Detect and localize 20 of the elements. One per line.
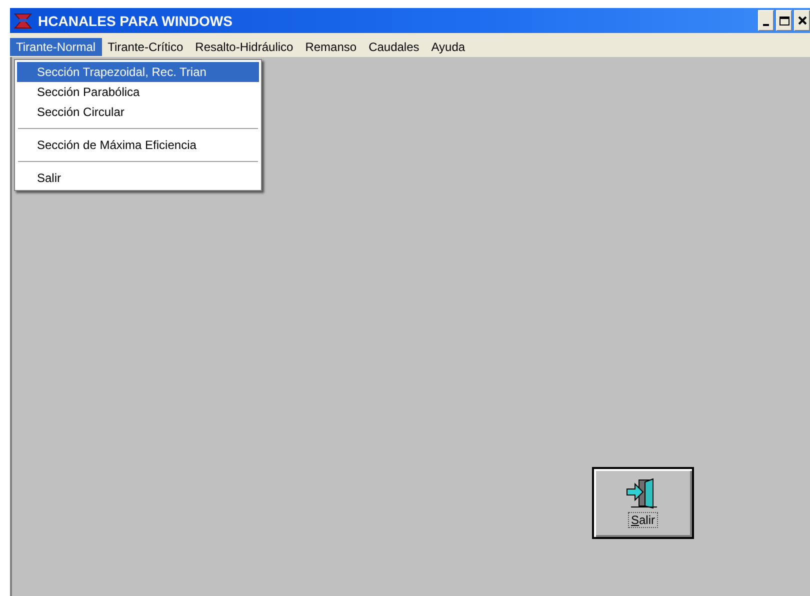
minimize-icon xyxy=(763,24,769,26)
menu-item[interactable]: Tirante-Normal xyxy=(10,38,102,56)
close-icon xyxy=(798,16,806,25)
menu-item[interactable]: Tirante-Crítico xyxy=(102,38,190,56)
maximize-icon xyxy=(778,16,790,26)
menu-option[interactable]: Sección Trapezoidal, Rec. Trian xyxy=(17,62,259,82)
close-button[interactable] xyxy=(794,10,810,31)
app-icon xyxy=(14,12,32,28)
menu-item[interactable]: Ayuda xyxy=(425,38,472,56)
maximize-button[interactable] xyxy=(776,10,792,31)
window-title: HCANALES PARA WINDOWS xyxy=(38,12,232,28)
menu-item[interactable]: Caudales xyxy=(362,38,426,56)
menu-option[interactable]: Sección Parabólica xyxy=(17,82,259,102)
exit-button[interactable]: Salir xyxy=(592,467,694,539)
menu-option[interactable]: Sección de Máxima Eficiencia xyxy=(17,135,259,155)
menu-item[interactable]: Resalto-Hidráulico xyxy=(189,38,300,56)
menu-option[interactable]: Sección Circular xyxy=(17,102,259,122)
minimize-button[interactable] xyxy=(758,10,774,31)
menu-option[interactable]: Salir xyxy=(17,168,259,188)
menu-item[interactable]: Remanso xyxy=(299,38,363,56)
